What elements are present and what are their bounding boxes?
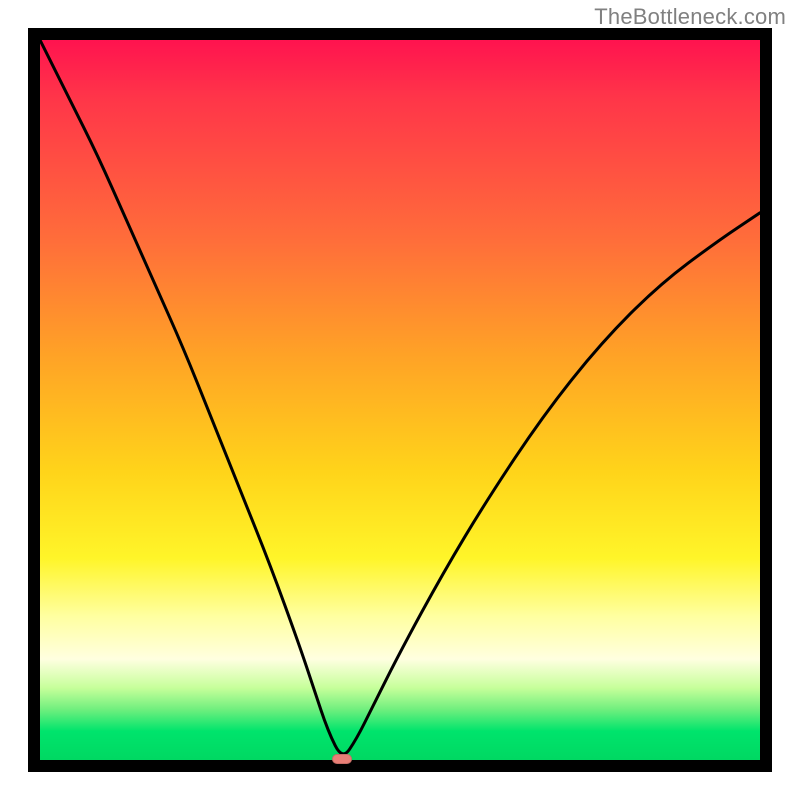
chart-background: [40, 40, 760, 760]
dip-marker: [332, 754, 352, 764]
chart-border: [28, 28, 772, 772]
bottleneck-curve: [40, 40, 760, 760]
watermark-text: TheBottleneck.com: [594, 4, 786, 30]
